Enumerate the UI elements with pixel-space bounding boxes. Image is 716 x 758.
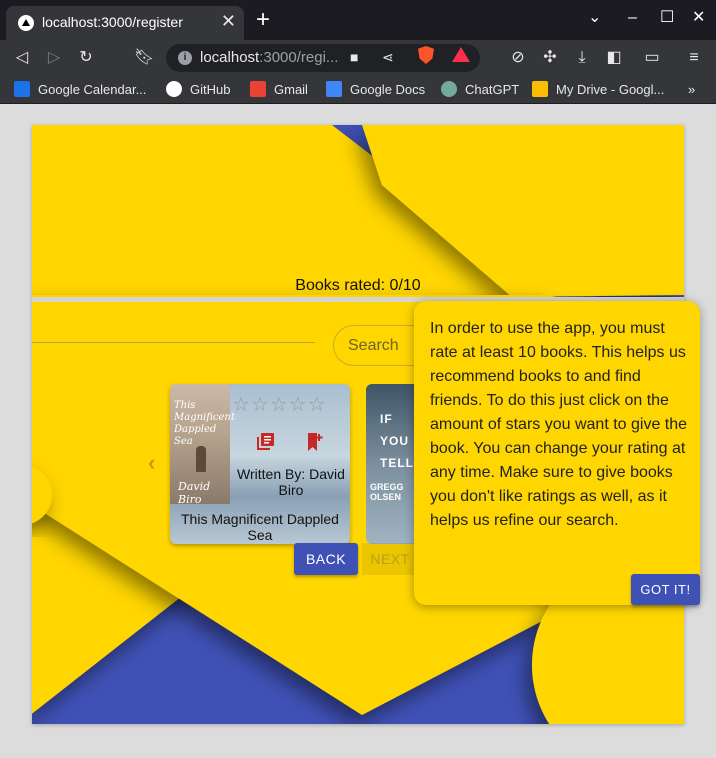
book-cover-image: This Magnificent Dappled Sea David Biro (170, 384, 235, 506)
share-icon[interactable]: ⋖ (382, 49, 394, 66)
back-icon[interactable]: ◁ (12, 48, 32, 68)
download-icon[interactable]: ⤓ (572, 48, 592, 68)
browser-tab[interactable]: localhost:3000/register ✕ (6, 6, 244, 40)
bookmark-gmail[interactable]: Gmail (250, 80, 308, 100)
chatgpt-icon (441, 81, 457, 97)
star-rating[interactable]: ☆☆☆☆☆ (232, 394, 327, 416)
sidebar-icon[interactable]: ◧ (604, 48, 624, 68)
got-it-button[interactable]: GOT IT! (631, 574, 700, 605)
site-info-icon[interactable]: i (178, 51, 192, 65)
library-books-icon[interactable] (255, 432, 275, 452)
wallet-icon[interactable]: ▭ (642, 48, 662, 68)
book-card[interactable]: This Magnificent Dappled Sea David Biro … (170, 384, 350, 544)
onboarding-tooltip: In order to use the app, you must rate a… (414, 301, 700, 605)
bookmarks-bar: Google Calendar... GitHub Gmail Google D… (0, 76, 716, 104)
maximize-button[interactable]: ☐ (660, 8, 674, 28)
brave-rewards-icon[interactable] (452, 47, 470, 62)
cover-figure (196, 446, 206, 472)
tab-list-icon[interactable]: ⌄ (588, 8, 601, 28)
docs-icon (326, 81, 342, 97)
github-icon (166, 81, 182, 97)
bookmark-my-drive[interactable]: My Drive - Googl... (532, 80, 664, 100)
bookmark-google-docs[interactable]: Google Docs (326, 80, 425, 100)
book-title: This Magnificent Dappled Sea (181, 511, 339, 543)
camera-icon[interactable]: ■ (350, 49, 358, 65)
bookmarks-overflow-icon[interactable]: » (688, 80, 695, 100)
next-button[interactable]: NEXT (362, 543, 418, 575)
forward-icon[interactable]: ▷ (44, 48, 64, 68)
reload-icon[interactable]: ↻ (76, 48, 96, 68)
bookmark-github[interactable]: GitHub (166, 80, 230, 100)
back-button[interactable]: BACK (294, 543, 358, 575)
calendar-icon (14, 81, 30, 97)
bookmark-chatgpt[interactable]: ChatGPT (441, 80, 519, 100)
menu-icon[interactable]: ≡ (684, 48, 704, 68)
search-underline (32, 342, 315, 343)
drive-icon (532, 81, 548, 97)
address-bar[interactable]: i localhost:3000/regi... ■ ⋖ (166, 44, 480, 72)
browser-toolbar: ◁ ▷ ↻ 🔖︎ i localhost:3000/regi... ■ ⋖ ⊘ … (0, 40, 716, 76)
book2-cover-title: IF YOU TELL (380, 412, 414, 470)
search-placeholder: Search (348, 337, 399, 354)
gmail-icon (250, 81, 266, 97)
tab-title: localhost:3000/register (42, 14, 183, 30)
nextjs-favicon-icon (18, 15, 34, 31)
bookmark-google-calendar[interactable]: Google Calendar... (14, 80, 146, 100)
browser-tab-bar: localhost:3000/register ✕ + ⌄ – ☐ ✕ (0, 0, 716, 40)
books-rated-counter: Books rated: 0/10 (295, 277, 421, 294)
tooltip-text: In order to use the app, you must rate a… (430, 320, 688, 529)
cover-author-text: David Biro (178, 480, 211, 506)
minimize-button[interactable]: – (628, 8, 637, 28)
extensions-icon[interactable]: ✣ (540, 48, 560, 68)
cover-title-text: This Magnificent Dappled Sea (174, 400, 235, 447)
close-window-button[interactable]: ✕ (692, 8, 705, 28)
address-text: localhost:3000/regi... (200, 49, 339, 66)
compass-icon[interactable]: ⊘ (508, 48, 528, 68)
bookmark-icon[interactable]: 🔖︎ (134, 48, 154, 68)
bookmark-add-icon[interactable] (305, 432, 325, 452)
new-tab-button[interactable]: + (256, 6, 270, 34)
book-author: Written By: David Biro (237, 466, 345, 498)
page-viewport: Books rated: 0/10 Search ‹ This Magnific… (0, 104, 716, 758)
carousel-prev-icon[interactable]: ‹ (148, 450, 155, 476)
tab-close-icon[interactable]: ✕ (221, 11, 236, 31)
